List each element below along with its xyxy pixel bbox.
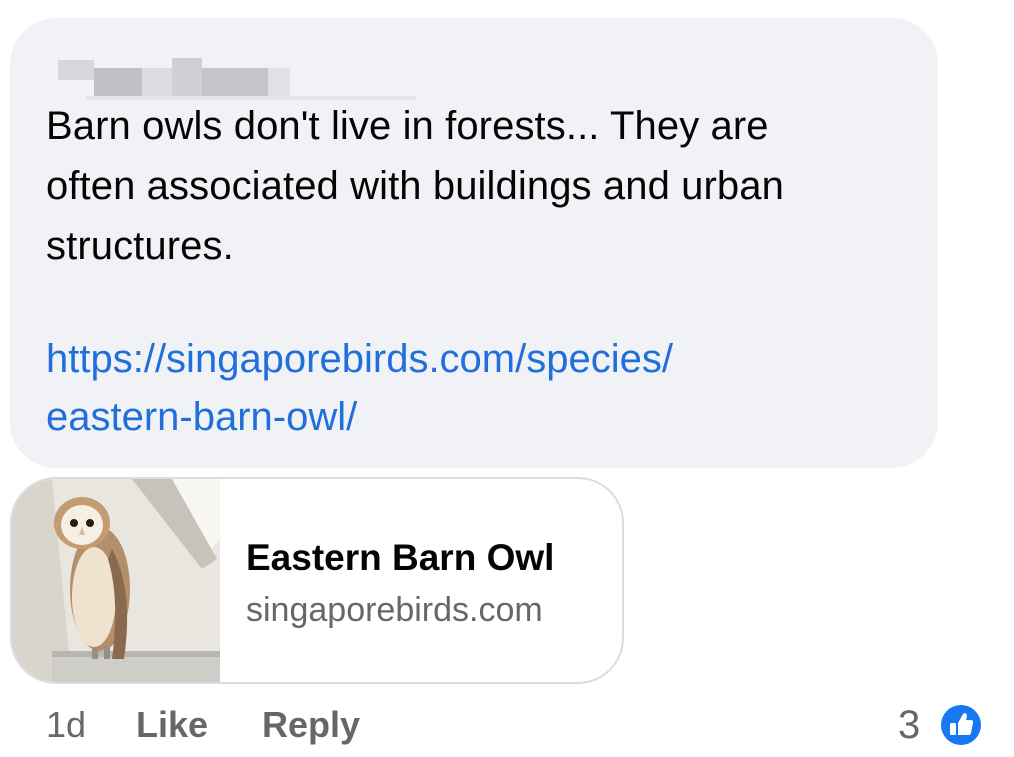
barn-owl-photo: [12, 479, 220, 682]
comment-link[interactable]: https://singaporebirds.com/species/ east…: [46, 330, 926, 446]
redacted-block: [94, 68, 142, 96]
redacted-block: [58, 60, 94, 80]
reaction-summary[interactable]: 3: [898, 700, 998, 748]
reply-button[interactable]: Reply: [262, 704, 360, 746]
redacted-block: [142, 68, 172, 96]
redacted-block: [172, 58, 202, 96]
reaction-count: 3: [898, 703, 921, 747]
redacted-block: [202, 68, 268, 96]
redacted-block: [268, 68, 290, 96]
comment-bubble: Barn owls don't live in forests... They …: [10, 18, 938, 468]
comment-text: Barn owls don't live in forests... They …: [46, 104, 784, 268]
preview-title: Eastern Barn Owl: [246, 537, 555, 578]
timestamp[interactable]: 1d: [46, 704, 86, 746]
link-preview-card[interactable]: Eastern Barn Owl singaporebirds.com: [10, 477, 624, 684]
like-button[interactable]: Like: [136, 704, 208, 746]
preview-domain: singaporebirds.com: [246, 591, 543, 629]
author-name-redacted[interactable]: [46, 38, 416, 100]
thumbs-up-icon: [939, 703, 983, 747]
